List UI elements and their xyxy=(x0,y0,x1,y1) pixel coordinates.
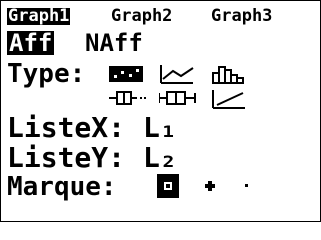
scatter-plot-icon xyxy=(109,66,143,82)
ylist-label: ListeY: xyxy=(7,141,126,174)
type-option-modified-boxplot[interactable] xyxy=(109,89,147,107)
xlist-label: ListeX: xyxy=(7,111,126,144)
type-option-normal-probability[interactable] xyxy=(211,88,247,110)
type-label: Type: xyxy=(7,59,86,89)
type-option-xyline[interactable] xyxy=(159,63,195,85)
plus-mark-icon xyxy=(205,181,215,191)
mark-option-plus[interactable] xyxy=(204,180,216,192)
box-mark-icon xyxy=(157,174,179,198)
modified-boxplot-icon xyxy=(109,91,146,105)
histogram-icon xyxy=(212,66,244,84)
mark-option-dot[interactable] xyxy=(245,184,250,189)
type-option-histogram[interactable] xyxy=(211,63,247,85)
tab-graph1[interactable]: Graph1 xyxy=(7,8,71,25)
xlist-value[interactable]: L₁ xyxy=(143,114,177,142)
type-option-boxplot[interactable] xyxy=(159,89,197,107)
off-option[interactable]: NAff xyxy=(85,31,143,55)
mark-option-box[interactable] xyxy=(157,174,179,198)
mark-label: Marque: xyxy=(7,172,117,202)
tab-graph2[interactable]: Graph2 xyxy=(111,8,172,25)
stat-plot-editor: Graph1 Graph2 Graph3 Aff NAff Type: List… xyxy=(5,6,316,216)
on-option[interactable]: Aff xyxy=(7,31,55,55)
xy-line-icon xyxy=(160,65,194,84)
normal-probability-plot-icon xyxy=(212,90,245,109)
boxplot-icon xyxy=(159,91,196,105)
calculator-screen-frame: Graph1 Graph2 Graph3 Aff NAff Type: List… xyxy=(0,0,321,222)
dot-mark-icon xyxy=(245,184,248,187)
type-option-scatter[interactable] xyxy=(109,64,143,84)
ylist-value[interactable]: L₂ xyxy=(143,144,177,172)
tab-graph3[interactable]: Graph3 xyxy=(211,8,272,25)
